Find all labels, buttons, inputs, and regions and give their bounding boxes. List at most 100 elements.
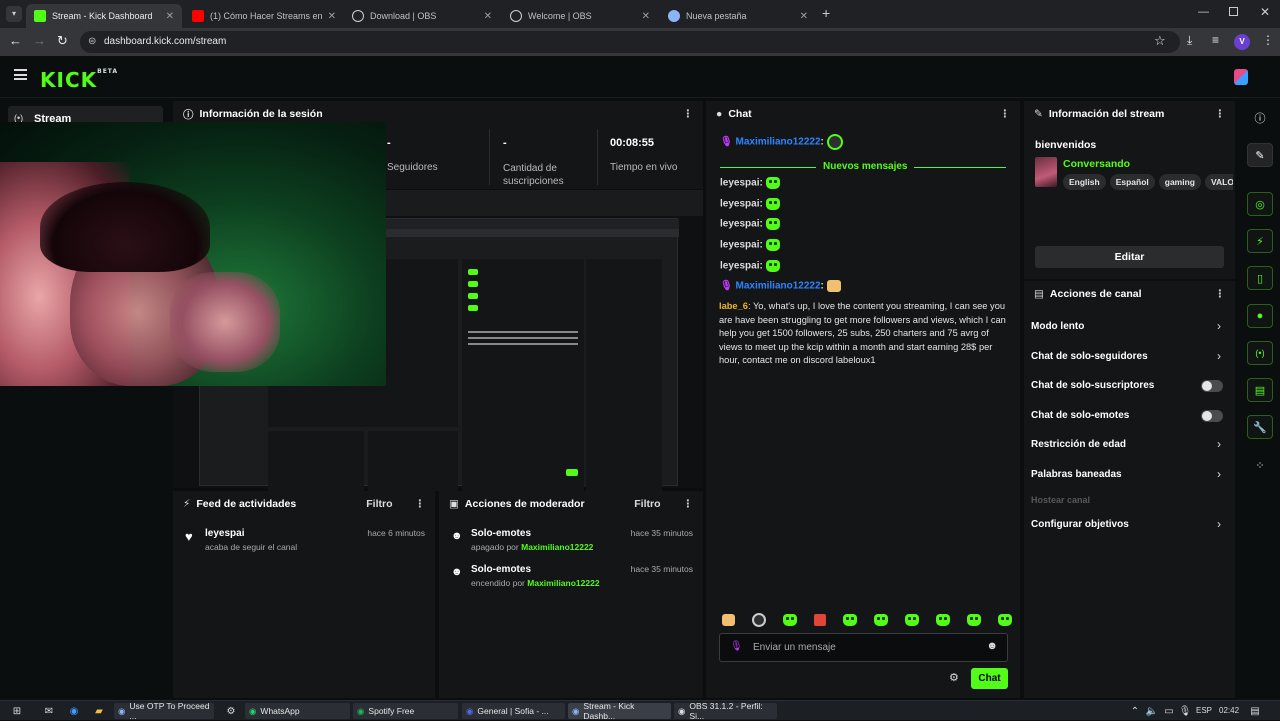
close-tab-icon[interactable]: ✕ xyxy=(484,11,492,22)
add-widget-icon[interactable]: ⁘ xyxy=(1247,453,1273,477)
more-options-icon[interactable]: ⋮ xyxy=(683,108,694,120)
profile-avatar[interactable]: V xyxy=(1234,34,1250,50)
channel-action-age-restriction[interactable]: Restricción de edad › xyxy=(1024,437,1235,455)
tab-new-tab[interactable]: Nueva pestaña ✕ xyxy=(660,4,816,28)
close-tab-icon[interactable]: ✕ xyxy=(328,11,336,22)
more-options-icon[interactable]: ⋮ xyxy=(683,498,694,510)
new-tab-plus-icon[interactable]: + xyxy=(822,5,830,21)
more-options-icon[interactable]: ⋮ xyxy=(415,498,426,510)
browser-menu-icon[interactable]: ⋮ xyxy=(1262,33,1274,47)
send-chat-button[interactable]: Chat xyxy=(971,668,1008,689)
tab-kick-dashboard[interactable]: Stream - Kick Dashboard ✕ xyxy=(26,4,182,28)
more-options-icon[interactable]: ⋮ xyxy=(1215,108,1226,120)
channel-action-slow-mode[interactable]: Modo lento › xyxy=(1024,319,1235,337)
mod-action-user[interactable]: Maximiliano12222 xyxy=(521,542,593,552)
edit-stream-button[interactable]: Editar xyxy=(1035,246,1224,268)
subscribers-only-toggle[interactable] xyxy=(1201,380,1223,392)
taskbar-item-whatsapp[interactable]: ◉ WhatsApp xyxy=(245,703,350,719)
channel-actions-icon[interactable]: ▤ xyxy=(1247,378,1273,402)
chat-username[interactable]: leyespai xyxy=(720,261,759,272)
windows-start-icon[interactable]: ⊞ xyxy=(10,704,24,718)
tab-list-dropdown-icon[interactable]: ▾ xyxy=(6,6,22,22)
chat-username[interactable]: leyespai xyxy=(720,178,759,189)
emote-angry-icon[interactable] xyxy=(814,614,826,626)
emote-robot-icon[interactable] xyxy=(752,613,766,627)
channel-action-configure-goals[interactable]: Configurar objetivos › xyxy=(1024,517,1235,535)
chat-username[interactable]: leyespai xyxy=(720,219,759,230)
settings-gear-icon[interactable]: ⚙ xyxy=(224,704,238,718)
info-icon[interactable]: ⓘ xyxy=(1247,106,1273,130)
filter-button[interactable]: Filtro xyxy=(366,498,392,510)
kick-logo[interactable]: KICKBETA xyxy=(40,68,118,92)
chat-bubble-icon[interactable]: ● xyxy=(1247,304,1273,328)
broadcast-icon[interactable]: (•) xyxy=(1247,341,1273,365)
volume-icon[interactable]: 🔈 xyxy=(1145,704,1159,718)
wrench-icon[interactable]: 🔧 xyxy=(1247,415,1273,439)
mic-icon[interactable]: 🎙 xyxy=(1178,704,1192,718)
channel-action-banned-words[interactable]: Palabras baneadas › xyxy=(1024,467,1235,485)
system-tray-chevron-icon[interactable]: ⌃ xyxy=(1128,704,1142,718)
more-options-icon[interactable]: ⋮ xyxy=(1000,108,1011,120)
close-tab-icon[interactable]: ✕ xyxy=(800,11,808,22)
tab-welcome-obs[interactable]: Welcome | OBS ✕ xyxy=(502,4,658,28)
file-explorer-icon[interactable]: ▰ xyxy=(92,704,106,718)
reload-icon[interactable]: ↻ xyxy=(57,33,68,49)
taskbar-item-obs[interactable]: ◉ OBS 31.1.2 - Perfil: Si... xyxy=(674,701,777,721)
channel-action-emotes-only[interactable]: Chat de solo-emotes xyxy=(1024,408,1235,426)
lightning-icon[interactable]: ⚡ xyxy=(1247,229,1273,253)
emote-kick-icon[interactable] xyxy=(998,614,1012,626)
network-icon[interactable]: ▭ xyxy=(1162,704,1176,718)
forward-arrow-icon[interactable]: → xyxy=(33,33,46,48)
edge-browser-icon[interactable]: ◉ xyxy=(67,704,81,718)
channel-action-subscribers-only[interactable]: Chat de solo-suscriptores xyxy=(1024,378,1235,396)
edit-pencil-icon[interactable]: ✎ xyxy=(1247,143,1273,167)
mail-icon[interactable]: ✉ xyxy=(42,704,56,718)
tab-youtube[interactable]: (1) Cómo Hacer Streams en Kick ✕ xyxy=(184,4,344,28)
chat-username[interactable]: leyespai xyxy=(720,199,759,210)
chat-username[interactable]: Maximiliano12222 xyxy=(735,137,820,148)
close-window-icon[interactable]: ✕ xyxy=(1260,5,1270,19)
hamburger-menu-icon[interactable] xyxy=(14,69,27,80)
emote-kick-icon[interactable] xyxy=(874,614,888,626)
chat-username[interactable]: labe_6 xyxy=(719,301,748,311)
emote-kick-icon[interactable] xyxy=(936,614,950,626)
taskbar-item-discord[interactable]: ◉ General | Sofia - ... xyxy=(462,703,565,719)
emote-kick-icon[interactable] xyxy=(967,614,981,626)
emoji-picker-icon[interactable]: ☻ xyxy=(986,640,998,652)
target-icon[interactable]: ◎ xyxy=(1247,192,1273,216)
notifications-icon[interactable]: ▤ xyxy=(1248,704,1262,718)
mod-action-user[interactable]: Maximiliano12222 xyxy=(527,578,599,588)
more-options-icon[interactable]: ⋮ xyxy=(1215,288,1226,300)
media-control-icon[interactable]: ≡ xyxy=(1212,33,1219,47)
system-clock[interactable]: 02:42 xyxy=(1219,706,1239,715)
address-bar-input[interactable]: ⊜ dashboard.kick.com/stream xyxy=(80,31,1180,53)
taskbar-item-kick-dashboard[interactable]: ◉ Stream - Kick Dashb... xyxy=(568,701,671,721)
channel-action-label: Modo lento xyxy=(1031,321,1085,332)
site-info-icon[interactable]: ⊜ xyxy=(88,31,96,53)
chat-message-input[interactable]: 🎙 Enviar un mensaje ☻ xyxy=(719,633,1008,662)
emote-kick-icon[interactable] xyxy=(783,614,797,626)
minimize-window-icon[interactable]: — xyxy=(1198,6,1209,18)
user-avatar[interactable] xyxy=(1234,69,1248,85)
taskbar-item-spotify[interactable]: ◉ Spotify Free xyxy=(353,703,458,719)
tab-download-obs[interactable]: Download | OBS ✕ xyxy=(344,4,500,28)
restore-window-icon[interactable] xyxy=(1229,7,1238,16)
chat-username[interactable]: Maximiliano12222 xyxy=(735,281,820,292)
channel-action-followers-only[interactable]: Chat de solo-seguidores › xyxy=(1024,349,1235,367)
emote-face-icon[interactable] xyxy=(722,614,735,626)
language-indicator[interactable]: ESP xyxy=(1196,706,1212,715)
emote-kick-icon[interactable] xyxy=(843,614,857,626)
clipboard-icon[interactable]: ▯ xyxy=(1247,266,1273,290)
chat-username[interactable]: leyespai xyxy=(720,240,759,251)
chat-settings-gear-icon[interactable]: ⚙ xyxy=(949,671,959,684)
filter-button[interactable]: Filtro xyxy=(634,498,660,510)
close-tab-icon[interactable]: ✕ xyxy=(166,11,174,22)
back-arrow-icon[interactable]: ← xyxy=(9,33,22,48)
bookmark-star-icon[interactable]: ☆ xyxy=(1154,33,1166,49)
emote-kick-icon[interactable] xyxy=(905,614,919,626)
emotes-only-toggle[interactable] xyxy=(1201,410,1223,422)
category-name[interactable]: Conversando xyxy=(1063,158,1130,170)
taskbar-item-otp[interactable]: ◉ Use OTP To Proceed ... xyxy=(114,701,214,721)
downloads-icon[interactable]: ⤓ xyxy=(1187,33,1192,48)
close-tab-icon[interactable]: ✕ xyxy=(642,11,650,22)
